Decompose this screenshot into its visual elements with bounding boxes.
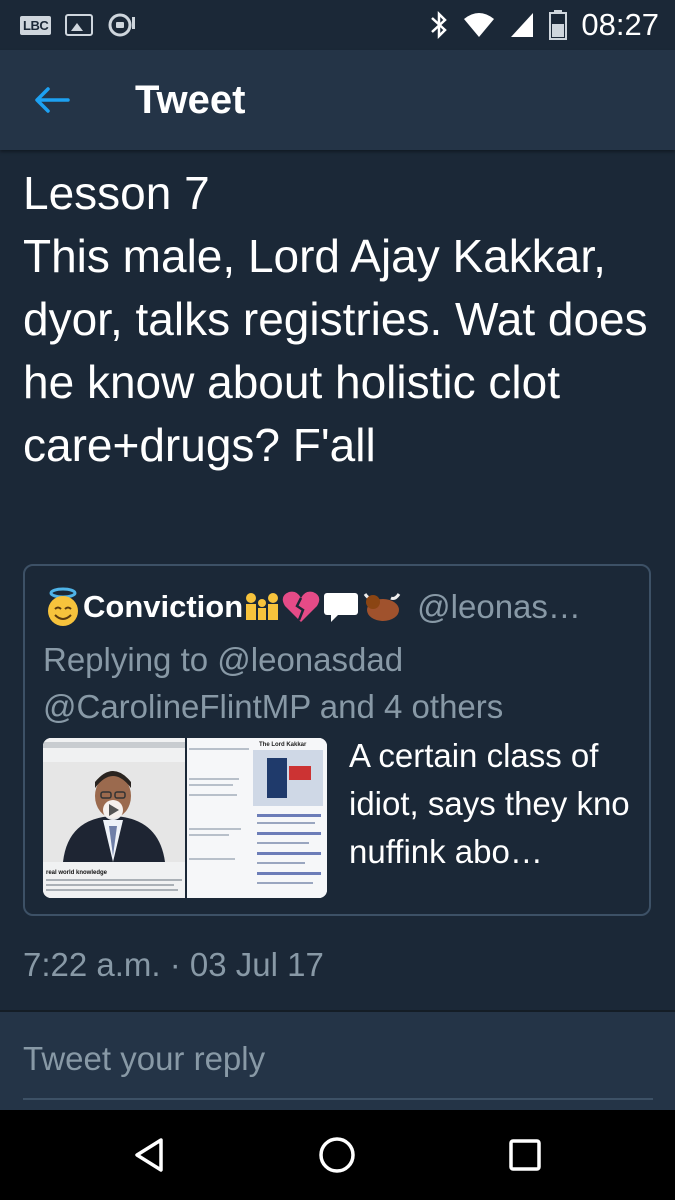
- image-notification-icon: [65, 14, 94, 36]
- arrow-left-icon: [35, 87, 70, 113]
- reply-input-underline: [23, 1098, 653, 1100]
- nav-recents-button[interactable]: [502, 1132, 548, 1178]
- page-title: Tweet: [135, 77, 246, 122]
- document-screenshot-image: The Lord Kakkar: [187, 738, 327, 898]
- quoted-media-thumbnail-1[interactable]: real world knowledge: [43, 738, 185, 898]
- nav-back-button[interactable]: [127, 1132, 173, 1178]
- bluetooth-icon: [431, 10, 448, 40]
- recents-square-icon: [509, 1139, 541, 1171]
- wifi-icon: [464, 13, 495, 37]
- signal-icon: [511, 13, 534, 37]
- reply-input[interactable]: Tweet your reply: [23, 1040, 265, 1078]
- media-caption: real world knowledge: [46, 870, 108, 876]
- quoted-media-thumbnail-2[interactable]: The Lord Kakkar: [187, 738, 327, 898]
- replying-to-line[interactable]: Replying to @leonasdad @CarolineFlintMP …: [43, 636, 643, 730]
- clock: 08:27: [581, 7, 659, 42]
- back-triangle-icon: [135, 1138, 163, 1172]
- bull-emoji-icon: [363, 593, 401, 621]
- quoted-author-handle: @leonas…: [417, 588, 581, 625]
- broken-heart-emoji-icon: [282, 591, 320, 622]
- lbc-app-icon: LBC: [20, 15, 52, 35]
- video-still-image: real world knowledge: [43, 738, 185, 898]
- battery-icon: [549, 10, 568, 40]
- quoted-tweet-card[interactable]: Conviction @leonas… Replying to @leonasd…: [23, 564, 651, 916]
- quoted-author-name: Conviction: [83, 589, 244, 624]
- tweet-text: Lesson 7 This male, Lord Ajay Kakkar, dy…: [23, 167, 648, 471]
- back-button[interactable]: [22, 70, 82, 130]
- infobox-title: The Lord Kakkar: [259, 742, 307, 748]
- tweet-timestamp: 7:22 a.m. · 03 Jul 17: [23, 946, 324, 983]
- quoted-tweet-text: A certain class of idiot, says they kno …: [349, 737, 630, 870]
- home-circle-icon: [319, 1137, 355, 1173]
- chat-notification-icon: [108, 13, 136, 37]
- speech-bubble-emoji-icon: [324, 593, 359, 622]
- status-bar: LBC 08:27: [0, 0, 675, 50]
- family-emoji-icon: [246, 593, 279, 620]
- system-navigation-bar: [0, 1110, 675, 1200]
- quoted-tweet-header: Conviction @leonas…: [43, 586, 581, 628]
- reply-composer: Tweet your reply: [0, 1012, 675, 1110]
- nav-home-button[interactable]: [314, 1132, 360, 1178]
- top-app-bar: Tweet: [0, 50, 675, 150]
- halo-face-emoji-icon: [48, 587, 78, 626]
